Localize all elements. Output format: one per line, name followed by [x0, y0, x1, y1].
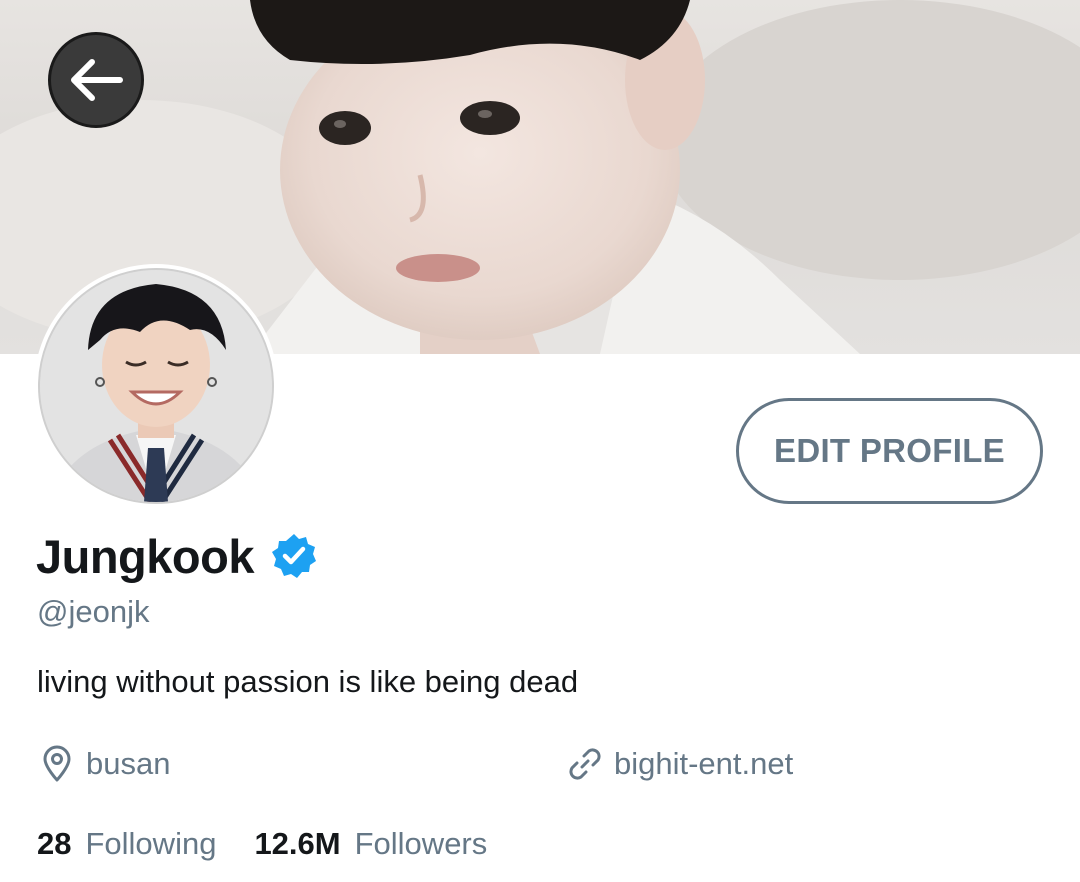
- back-button[interactable]: [48, 32, 144, 128]
- avatar-photo: [40, 270, 272, 502]
- profile-bio: living without passion is like being dea…: [37, 664, 579, 699]
- avatar[interactable]: [38, 268, 274, 504]
- followers-count: 12.6M: [254, 826, 341, 861]
- followers-label: Followers: [354, 826, 488, 861]
- profile-stats: 28 Following 12.6M Followers: [37, 822, 487, 866]
- website-text[interactable]: bighit-ent.net: [614, 746, 793, 782]
- name-row: Jungkook: [36, 528, 318, 584]
- profile-website-link[interactable]: bighit-ent.net: [566, 742, 793, 786]
- location-pin-icon: [43, 745, 71, 782]
- following-stat[interactable]: 28 Following: [37, 826, 216, 862]
- profile-handle: @jeonjk: [37, 594, 150, 629]
- location-text: busan: [86, 746, 171, 781]
- profile-location: busan: [38, 742, 170, 786]
- edit-profile-button[interactable]: EDIT PROFILE: [736, 398, 1043, 504]
- following-count: 28: [37, 826, 72, 861]
- following-label: Following: [85, 826, 217, 861]
- verified-badge-icon: [271, 534, 316, 578]
- followers-stat[interactable]: 12.6M Followers: [254, 826, 487, 862]
- arrow-left-icon: [71, 59, 123, 101]
- display-name: Jungkook: [36, 529, 254, 583]
- link-icon: [569, 748, 601, 780]
- avatar-frame: [34, 264, 278, 508]
